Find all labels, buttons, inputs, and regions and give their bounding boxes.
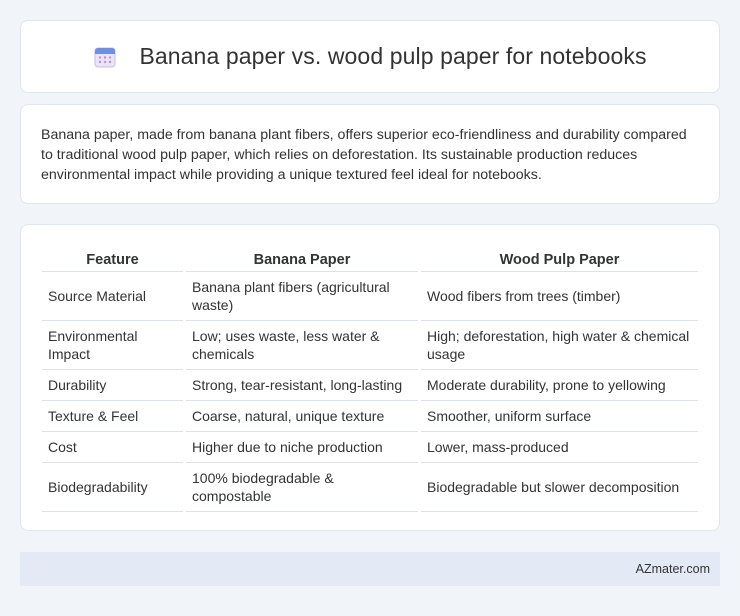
banana-cell: Higher due to niche production [186, 432, 418, 463]
title-wrap: Banana paper vs. wood pulp paper for not… [93, 43, 646, 70]
banana-cell: 100% biodegradable & compostable [186, 463, 418, 512]
footer-site-link[interactable]: AZmater.com [636, 562, 710, 576]
banana-cell: Banana plant fibers (agricultural waste) [186, 272, 418, 321]
table-row: Texture & Feel Coarse, natural, unique t… [42, 401, 698, 432]
table-row: Durability Strong, tear-resistant, long-… [42, 370, 698, 401]
table-row: Source Material Banana plant fibers (agr… [42, 272, 698, 321]
feature-cell: Environmental Impact [42, 321, 183, 370]
header-banana-paper: Banana Paper [186, 245, 418, 272]
banana-cell: Coarse, natural, unique texture [186, 401, 418, 432]
wood-cell: Smoother, uniform surface [421, 401, 698, 432]
wood-cell: Lower, mass-produced [421, 432, 698, 463]
wood-cell: Biodegradable but slower decomposition [421, 463, 698, 512]
page-title: Banana paper vs. wood pulp paper for not… [139, 43, 647, 69]
footer: AZmater.com [20, 552, 720, 586]
feature-cell: Cost [42, 432, 183, 463]
wood-cell: High; deforestation, high water & chemic… [421, 321, 698, 370]
table-row: Biodegradability 100% biodegradable & co… [42, 463, 698, 512]
summary-card: Banana paper, made from banana plant fib… [20, 104, 720, 204]
feature-cell: Biodegradability [42, 463, 183, 512]
comparison-card: Feature Banana Paper Wood Pulp Paper Sou… [20, 224, 720, 531]
calendar-icon [94, 47, 116, 67]
wood-cell: Moderate durability, prone to yellowing [421, 370, 698, 401]
banana-cell: Low; uses waste, less water & chemicals [186, 321, 418, 370]
feature-cell: Source Material [42, 272, 183, 321]
summary-text: Banana paper, made from banana plant fib… [41, 127, 687, 183]
banana-cell: Strong, tear-resistant, long-lasting [186, 370, 418, 401]
title-card: Banana paper vs. wood pulp paper for not… [20, 20, 720, 93]
comparison-table: Feature Banana Paper Wood Pulp Paper Sou… [39, 245, 701, 512]
table-row: Cost Higher due to niche production Lowe… [42, 432, 698, 463]
table-row: Environmental Impact Low; uses waste, le… [42, 321, 698, 370]
header-wood-pulp-paper: Wood Pulp Paper [421, 245, 698, 272]
feature-cell: Durability [42, 370, 183, 401]
wood-cell: Wood fibers from trees (timber) [421, 272, 698, 321]
header-feature: Feature [42, 245, 183, 272]
feature-cell: Texture & Feel [42, 401, 183, 432]
table-header-row: Feature Banana Paper Wood Pulp Paper [42, 245, 698, 272]
